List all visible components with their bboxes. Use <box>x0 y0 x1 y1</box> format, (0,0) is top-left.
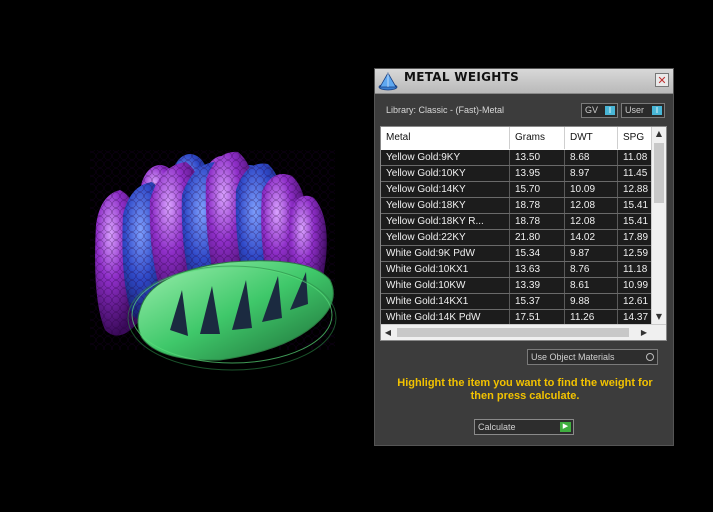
user-toggle[interactable]: User I <box>621 103 665 118</box>
grams-cell: 15.34 <box>510 246 565 261</box>
spg-cell: 17.89 <box>618 230 652 245</box>
metal-cell: White Gold:10KW <box>381 278 510 293</box>
scroll-right-icon[interactable]: ▶ <box>637 325 651 340</box>
dwt-cell: 8.68 <box>565 150 618 165</box>
table-row[interactable]: White Gold:10KW 13.39 8.61 10.99 <box>381 278 652 294</box>
table-body: Yellow Gold:9KY 13.50 8.68 11.08 Yellow Gol… <box>381 150 652 324</box>
table-row[interactable]: Yellow Gold:14KY 15.70 10.09 12.88 <box>381 182 652 198</box>
spg-cell: 15.41 <box>618 214 652 229</box>
panel-title: METAL WEIGHTS <box>404 70 520 84</box>
ring-model <box>90 150 337 371</box>
scroll-up-icon[interactable]: ▲ <box>652 127 666 141</box>
spg-cell: 15.41 <box>618 198 652 213</box>
horizontal-scroll-thumb[interactable] <box>397 328 629 337</box>
column-header-dwt[interactable]: DWT <box>565 127 618 149</box>
dwt-cell: 11.26 <box>565 310 618 324</box>
spg-cell: 11.08 <box>618 150 652 165</box>
user-label: User <box>625 105 645 115</box>
use-object-materials-label: Use Object Materials <box>531 352 615 362</box>
spg-cell: 12.59 <box>618 246 652 261</box>
column-header-spg[interactable]: SPG <box>618 127 652 149</box>
grams-cell: 13.50 <box>510 150 565 165</box>
dwt-cell: 12.08 <box>565 198 618 213</box>
radio-icon[interactable] <box>646 353 654 361</box>
dwt-cell: 10.09 <box>565 182 618 197</box>
metal-cell: White Gold:10KX1 <box>381 262 510 277</box>
dwt-cell: 8.76 <box>565 262 618 277</box>
metal-cell: Yellow Gold:14KY <box>381 182 510 197</box>
grams-cell: 15.70 <box>510 182 565 197</box>
dwt-cell: 8.97 <box>565 166 618 181</box>
metal-cell: White Gold:14KX1 <box>381 294 510 309</box>
grams-cell: 18.78 <box>510 198 565 213</box>
metal-weights-panel: METAL WEIGHTS ✕ Library: Classic - (Fast… <box>374 68 674 446</box>
table-row[interactable]: Yellow Gold:18KY R... 18.78 12.08 15.41 <box>381 214 652 230</box>
table-row[interactable]: White Gold:9K PdW 15.34 9.87 12.59 <box>381 246 652 262</box>
toggle-indicator-icon: I <box>605 106 615 115</box>
play-icon: ▶ <box>560 422 571 432</box>
spg-cell: 10.99 <box>618 278 652 293</box>
metal-cell: Yellow Gold:10KY <box>381 166 510 181</box>
horizontal-scrollbar[interactable]: ◀ ▶ <box>381 324 666 340</box>
metal-cell: Yellow Gold:18KY <box>381 198 510 213</box>
vertical-scrollbar[interactable]: ▲ ▼ <box>651 127 666 324</box>
table-row[interactable]: Yellow Gold:18KY 18.78 12.08 15.41 <box>381 198 652 214</box>
metal-cell: White Gold:14K PdW <box>381 310 510 324</box>
metal-cell: White Gold:9K PdW <box>381 246 510 261</box>
spg-cell: 14.37 <box>618 310 652 324</box>
metal-table: Metal Grams DWT SPG Yellow Gold:9KY 13.50… <box>380 126 667 341</box>
grams-cell: 21.80 <box>510 230 565 245</box>
dwt-cell: 14.02 <box>565 230 618 245</box>
calculate-label: Calculate <box>478 422 516 432</box>
library-label: Library: Classic - (Fast)-Metal <box>386 105 505 115</box>
spg-cell: 12.61 <box>618 294 652 309</box>
dwt-cell: 9.88 <box>565 294 618 309</box>
scroll-down-icon[interactable]: ▼ <box>652 310 666 324</box>
gv-toggle[interactable]: GV I <box>581 103 618 118</box>
spg-cell: 11.18 <box>618 262 652 277</box>
grams-cell: 13.63 <box>510 262 565 277</box>
table-row[interactable]: White Gold:10KX1 13.63 8.76 11.18 <box>381 262 652 278</box>
table-row[interactable]: Yellow Gold:9KY 13.50 8.68 11.08 <box>381 150 652 166</box>
grams-cell: 13.39 <box>510 278 565 293</box>
grams-cell: 15.37 <box>510 294 565 309</box>
table-header: Metal Grams DWT SPG <box>381 127 652 149</box>
metal-cell: Yellow Gold:18KY R... <box>381 214 510 229</box>
metal-cell: Yellow Gold:9KY <box>381 150 510 165</box>
toggle-indicator-icon: I <box>652 106 662 115</box>
metal-cell: Yellow Gold:22KY <box>381 230 510 245</box>
grams-cell: 18.78 <box>510 214 565 229</box>
dwt-cell: 8.61 <box>565 278 618 293</box>
table-row[interactable]: White Gold:14KX1 15.37 9.88 12.61 <box>381 294 652 310</box>
instruction-text: Highlight the item you want to find the … <box>397 377 653 402</box>
scroll-left-icon[interactable]: ◀ <box>381 325 395 340</box>
spg-cell: 12.88 <box>618 182 652 197</box>
table-row[interactable]: Yellow Gold:22KY 21.80 14.02 17.89 <box>381 230 652 246</box>
grams-cell: 17.51 <box>510 310 565 324</box>
table-row[interactable]: Yellow Gold:10KY 13.95 8.97 11.45 <box>381 166 652 182</box>
dwt-cell: 12.08 <box>565 214 618 229</box>
table-row[interactable]: White Gold:14K PdW 17.51 11.26 14.37 <box>381 310 652 324</box>
vertical-scroll-thumb[interactable] <box>654 143 664 203</box>
calculate-button[interactable]: Calculate ▶ <box>474 419 574 435</box>
column-header-grams[interactable]: Grams <box>510 127 565 149</box>
use-object-materials-option[interactable]: Use Object Materials <box>527 349 658 365</box>
close-button[interactable]: ✕ <box>655 73 669 87</box>
dwt-cell: 9.87 <box>565 246 618 261</box>
cone-icon <box>377 71 399 91</box>
panel-titlebar[interactable]: METAL WEIGHTS ✕ <box>375 69 673 94</box>
spg-cell: 11.45 <box>618 166 652 181</box>
3d-viewport[interactable] <box>0 0 372 512</box>
grams-cell: 13.95 <box>510 166 565 181</box>
column-header-metal[interactable]: Metal <box>381 127 510 149</box>
close-icon: ✕ <box>657 74 667 87</box>
gv-label: GV <box>585 105 599 115</box>
